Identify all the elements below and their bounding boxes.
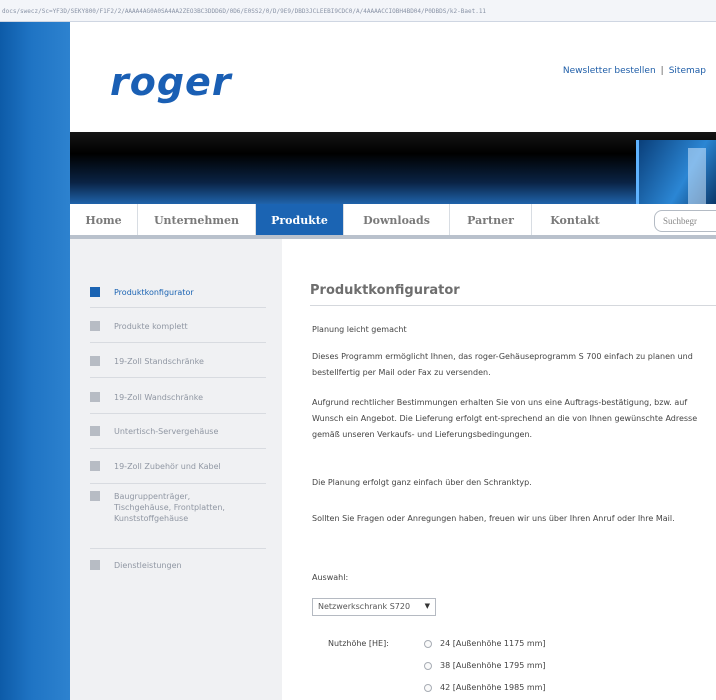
roger-logo[interactable]: roger <box>110 60 232 104</box>
nav-downloads[interactable]: Downloads <box>344 204 450 235</box>
top-links: Newsletter bestellen | Sitemap <box>563 66 706 76</box>
nav-partner[interactable]: Partner <box>450 204 532 235</box>
nav-produkte[interactable]: Produkte <box>256 204 344 235</box>
sidebar-item-standschraenke[interactable]: 19-Zoll Standschränke <box>90 356 266 378</box>
paragraph-contact: Sollten Sie Fragen oder Anregungen haben… <box>312 514 675 523</box>
dropdown-arrow-icon: ▼ <box>424 602 430 610</box>
link-separator: | <box>660 66 664 76</box>
main-navigation: Home Unternehmen Produkte Downloads Part… <box>70 204 716 239</box>
sidebar-item-label: 19-Zoll Zubehör und Kabel <box>114 462 221 471</box>
title-divider <box>310 305 716 306</box>
nav-home[interactable]: Home <box>70 204 138 235</box>
sidebar-item-label: Untertisch-Servergehäuse <box>114 427 219 436</box>
bullet-square-icon <box>90 426 100 436</box>
nav-unternehmen[interactable]: Unternehmen <box>138 204 256 235</box>
sidebar-item-label: Produktkonfigurator <box>114 288 194 297</box>
bullet-square-icon <box>90 560 100 570</box>
search-input[interactable]: Suchbegr <box>654 210 716 232</box>
sidebar-item-wandschraenke[interactable]: 19-Zoll Wandschränke <box>90 392 266 414</box>
sidebar: Produktkonfigurator Produkte komplett 19… <box>70 239 282 700</box>
paragraph-planning: Die Planung erfolgt ganz einfach über de… <box>312 478 532 487</box>
sidebar-item-label: Produkte komplett <box>114 322 188 331</box>
left-blue-strip <box>0 22 70 700</box>
bullet-square-icon <box>90 356 100 366</box>
bullet-square-icon <box>90 491 100 501</box>
radio-label: 38 [Außenhöhe 1795 mm] <box>440 661 546 670</box>
sidebar-item-dienstleistungen[interactable]: Dienstleistungen <box>90 560 266 582</box>
sidebar-item-label: 19-Zoll Wandschränke <box>114 393 204 402</box>
sidebar-item-label: Baugruppenträger, Tischgehäuse, Frontpla… <box>114 492 225 523</box>
main-content: Produktkonfigurator Planung leicht gemac… <box>282 239 716 700</box>
sidebar-item-label: 19-Zoll Standschränke <box>114 357 204 366</box>
paragraph-program: Dieses Programm ermöglicht Ihnen, das ro… <box>312 352 693 377</box>
select-value: Netzwerkschrank S720 <box>318 602 411 611</box>
sidebar-item-label: Dienstleistungen <box>114 561 182 570</box>
radio-he-24[interactable]: 24 [Außenhöhe 1175 mm] <box>424 639 546 648</box>
newsletter-link[interactable]: Newsletter bestellen <box>563 66 656 76</box>
address-bar[interactable]: docs/swecz/Sc=YF3D/SEKY800/F1F2/2/AAAA4A… <box>0 0 716 22</box>
sidebar-item-produkte-komplett[interactable]: Produkte komplett <box>90 321 266 343</box>
site-header: roger Newsletter bestellen | Sitemap <box>70 22 716 132</box>
sitemap-link[interactable]: Sitemap <box>669 66 706 76</box>
intro-heading: Planung leicht gemacht <box>312 325 407 334</box>
auswahl-label: Auswahl: <box>312 573 349 582</box>
radio-he-38[interactable]: 38 [Außenhöhe 1795 mm] <box>424 661 546 670</box>
bullet-square-icon <box>90 321 100 331</box>
radio-circle-icon <box>424 661 432 670</box>
nutzhoehe-label: Nutzhöhe [HE]: <box>328 639 389 648</box>
nav-kontakt[interactable]: Kontakt <box>532 204 618 235</box>
sidebar-item-untertisch-servergehaeuse[interactable]: Untertisch-Servergehäuse <box>90 426 266 449</box>
radio-circle-icon <box>424 683 432 692</box>
radio-circle-icon <box>424 639 432 648</box>
bullet-square-icon <box>90 287 100 297</box>
banner-highlight <box>688 148 706 204</box>
sidebar-item-produktkonfigurator[interactable]: Produktkonfigurator <box>90 287 266 308</box>
radio-he-42[interactable]: 42 [Außenhöhe 1985 mm] <box>424 683 546 692</box>
bullet-square-icon <box>90 461 100 471</box>
paragraph-legal: Aufgrund rechtlicher Bestimmungen erhalt… <box>312 398 698 439</box>
header-banner <box>70 132 716 204</box>
radio-label: 42 [Außenhöhe 1985 mm] <box>440 683 546 692</box>
schranktyp-select[interactable]: Netzwerkschrank S720 ▼ <box>312 598 436 616</box>
page-title: Produktkonfigurator <box>310 283 460 298</box>
bullet-square-icon <box>90 392 100 402</box>
radio-label: 24 [Außenhöhe 1175 mm] <box>440 639 546 648</box>
sidebar-item-zubehoer-kabel[interactable]: 19-Zoll Zubehör und Kabel <box>90 461 266 484</box>
sidebar-item-baugruppentraeger[interactable]: Baugruppenträger, Tischgehäuse, Frontpla… <box>90 491 266 549</box>
